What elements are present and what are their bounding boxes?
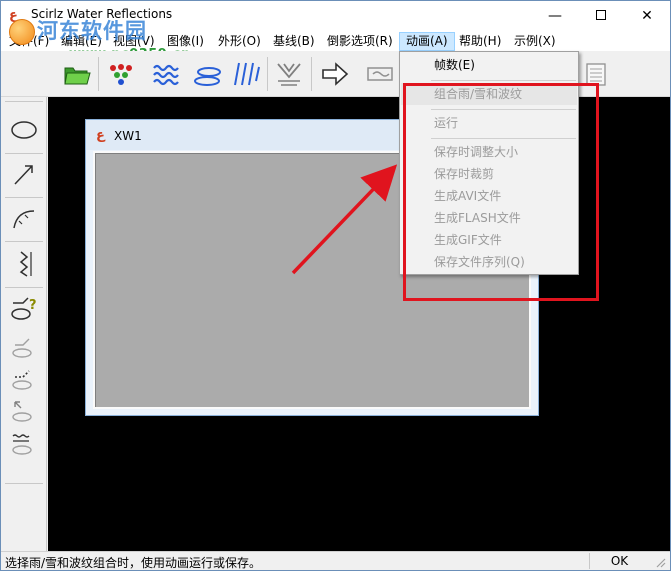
status-indicator: OK <box>589 553 649 569</box>
app-window: ع Scirlz Water Reflections — ✕ 文件(F) 编辑(… <box>0 0 671 571</box>
status-message: 选择雨/雪和波纹组合时，使用动画运行或保存。 <box>5 556 262 570</box>
resize-grip-icon[interactable] <box>653 555 667 569</box>
status-bar: 选择雨/雪和波纹组合时，使用动画运行或保存。 OK <box>1 551 670 570</box>
annotation-arrow-icon <box>291 164 398 275</box>
